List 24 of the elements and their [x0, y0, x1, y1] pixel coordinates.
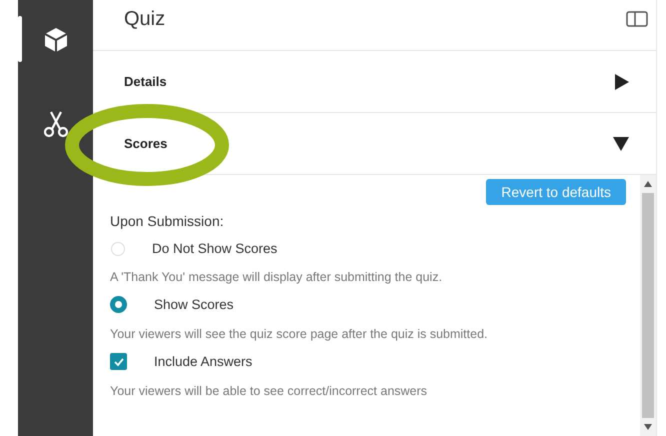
- section-heading: Upon Submission:: [110, 213, 225, 229]
- scroll-down-icon[interactable]: [644, 424, 652, 430]
- radio-button[interactable]: [110, 296, 127, 313]
- option-label: Show Scores: [154, 297, 234, 312]
- checkmark-icon: [112, 356, 124, 368]
- option-description: Your viewers will be able to see correct/incorrect answers: [110, 384, 428, 398]
- scroll-up-icon[interactable]: [644, 181, 652, 187]
- scrollbar[interactable]: [640, 175, 656, 436]
- collapsed-triangle-icon[interactable]: [615, 74, 629, 90]
- scrollbar-thumb[interactable]: [642, 193, 654, 418]
- option-label: Do Not Show Scores: [152, 241, 278, 256]
- checkbox[interactable]: [110, 353, 127, 370]
- option-description: Your viewers will see the quiz score page after the quiz is submitted.: [110, 327, 489, 341]
- accordion-header[interactable]: Details: [93, 50, 656, 112]
- section-title: Scores: [124, 136, 168, 151]
- expanded-triangle-icon[interactable]: [613, 136, 629, 150]
- scissors-icon[interactable]: [42, 110, 68, 138]
- option-label: Include Answers: [154, 354, 252, 369]
- panel-title: Quiz: [124, 8, 166, 31]
- panel-layout-icon[interactable]: [626, 11, 648, 27]
- accordion-header[interactable]: Scores: [93, 112, 656, 174]
- option-description: A 'Thank You' message will display after submitting the quiz.: [110, 270, 444, 284]
- cube-icon[interactable]: [42, 26, 68, 54]
- section-title: Details: [124, 74, 167, 89]
